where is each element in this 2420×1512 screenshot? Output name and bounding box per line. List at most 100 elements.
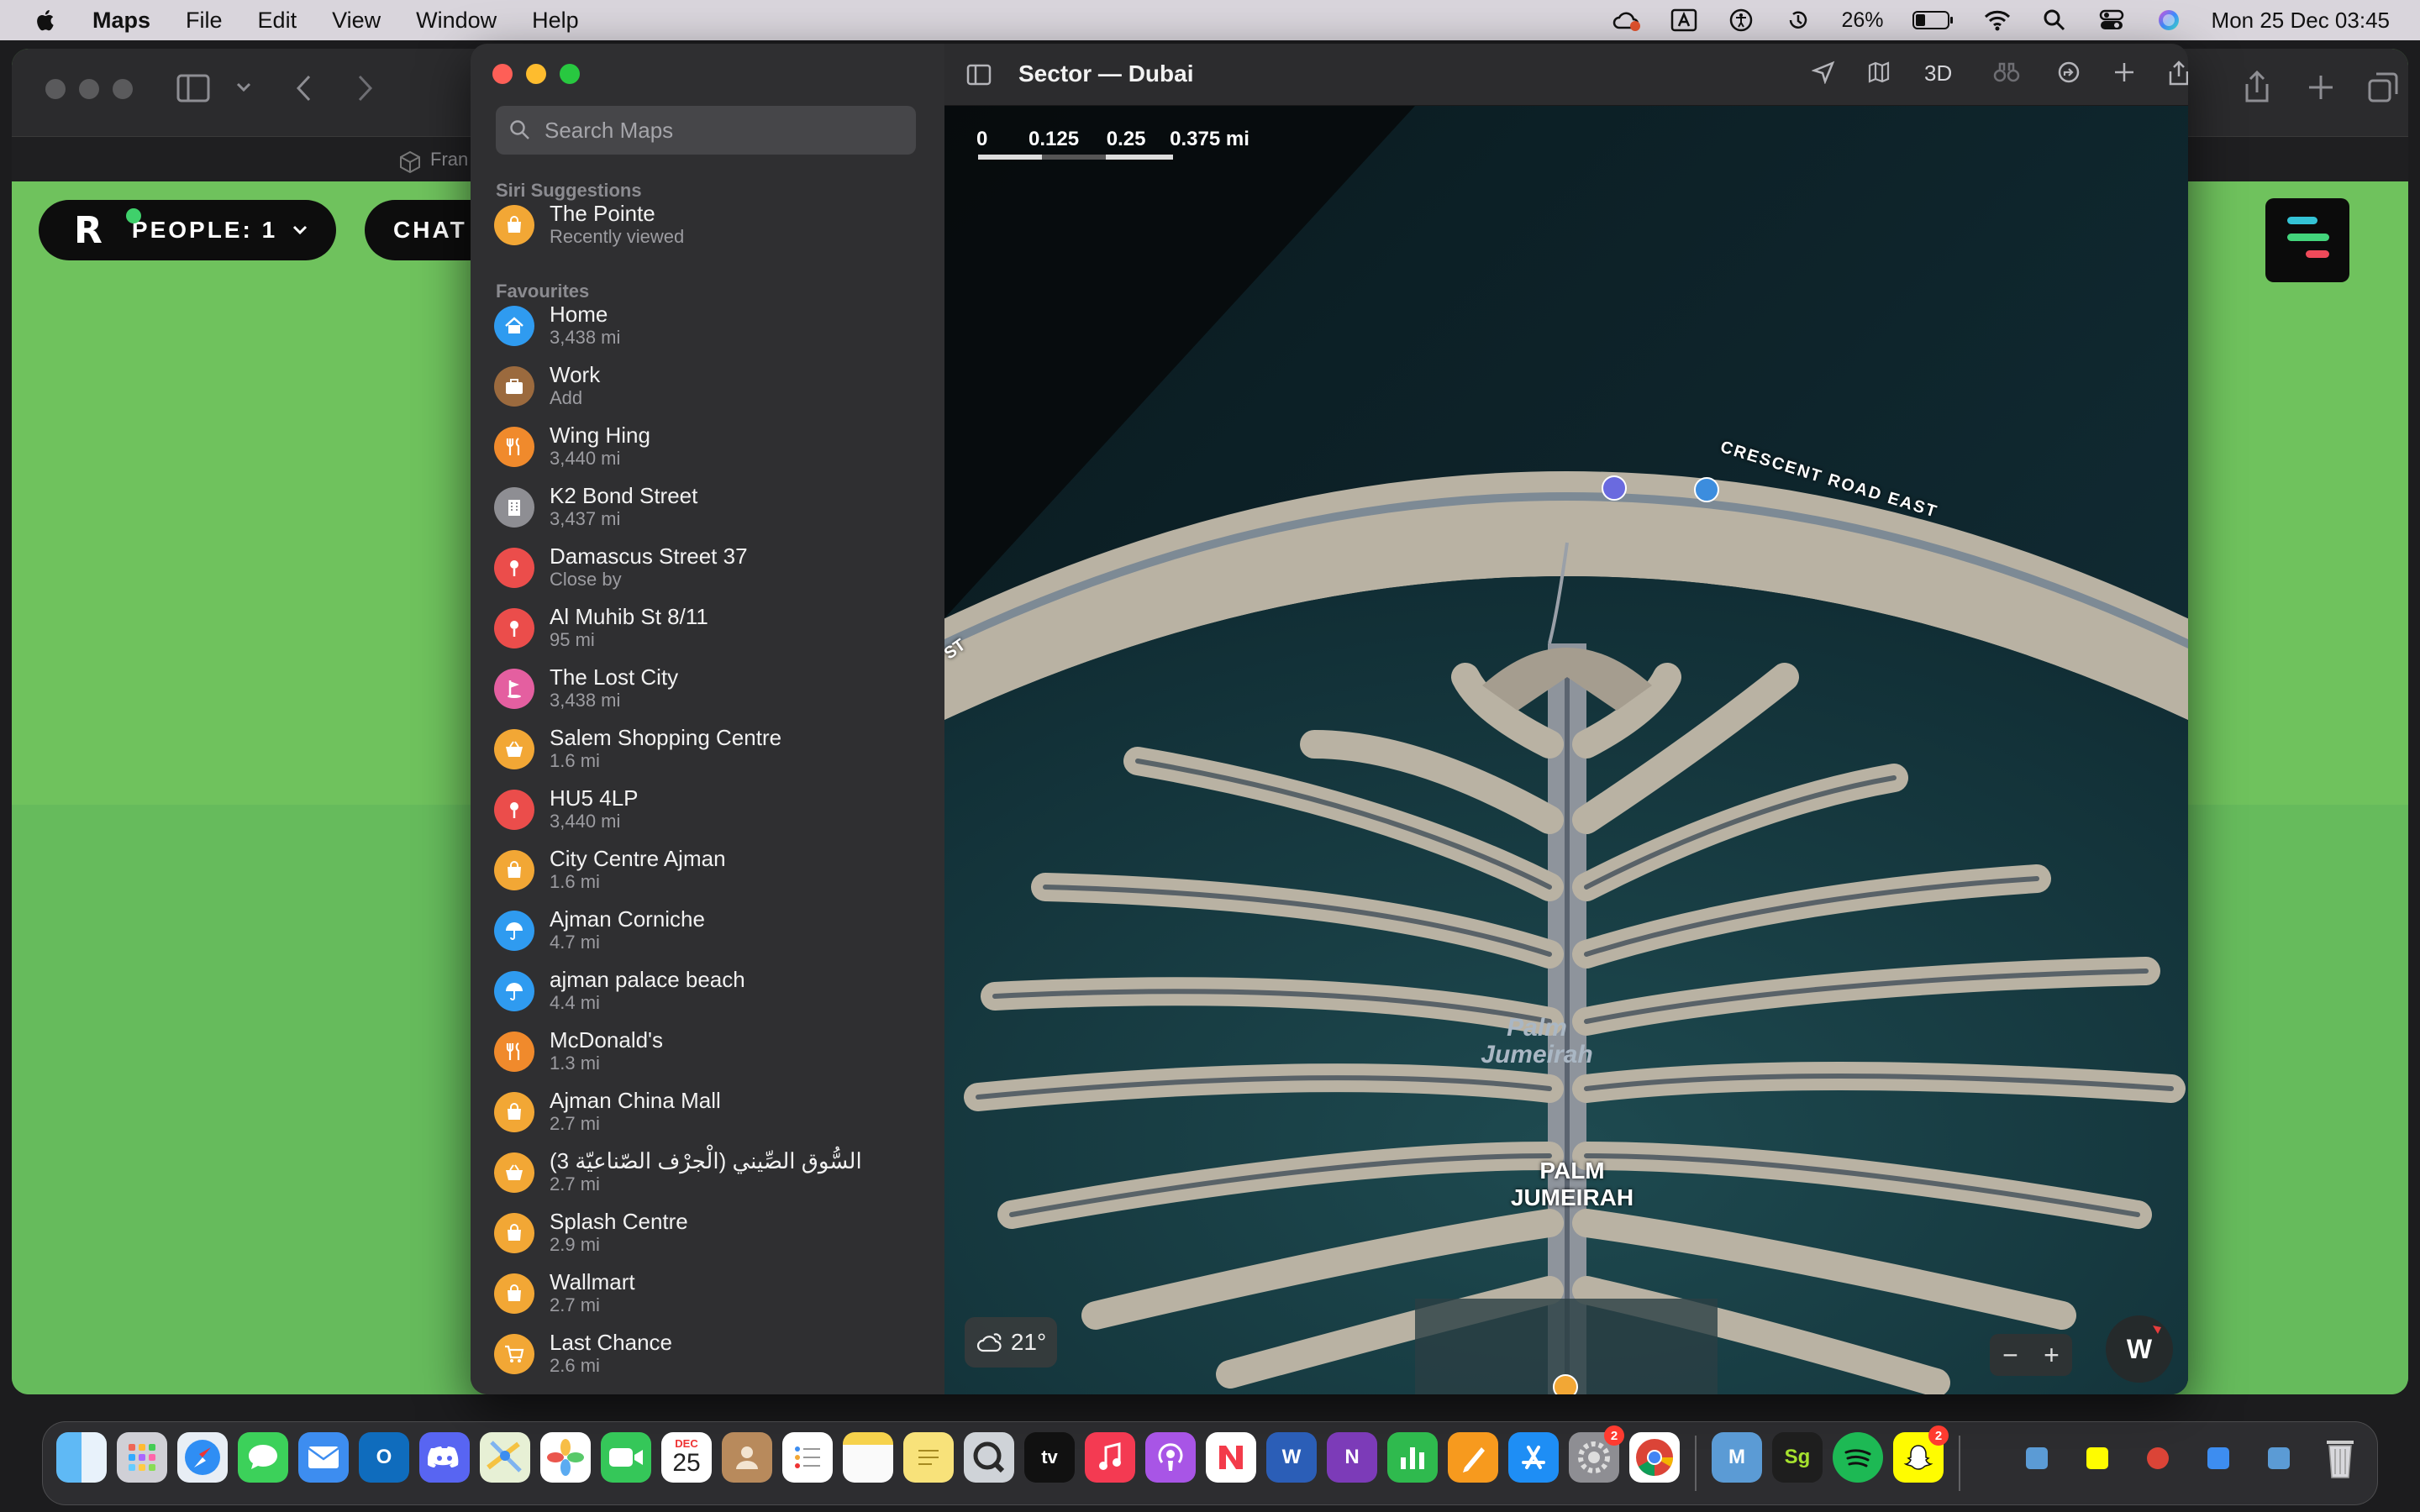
bg-minimize-button[interactable] xyxy=(79,79,99,99)
sidebar-toggle-icon[interactable] xyxy=(176,74,210,102)
system-preferences-icon[interactable]: 2 xyxy=(1569,1425,1624,1483)
contacts-icon[interactable] xyxy=(722,1432,772,1483)
location-arrow-icon[interactable] xyxy=(1812,60,1835,84)
list-item[interactable]: Wallmart 2.7 mi xyxy=(494,1263,931,1324)
calendar-icon[interactable]: DEC 25 xyxy=(661,1432,712,1483)
menu-window[interactable]: Window xyxy=(416,8,497,34)
menu-help[interactable]: Help xyxy=(532,8,579,34)
close-button[interactable] xyxy=(492,64,513,84)
forward-icon[interactable] xyxy=(355,74,375,102)
mail-merge-app-icon[interactable]: M xyxy=(1712,1432,1762,1483)
siri-icon[interactable] xyxy=(2154,8,2183,33)
discord-icon[interactable] xyxy=(419,1432,470,1483)
list-item[interactable]: Ajman China Mall 2.7 mi xyxy=(494,1082,931,1142)
list-item[interactable]: السُّوق الصِّيني (الْجرْف الصّناعيّة 3) 2… xyxy=(494,1142,931,1203)
podcasts-icon[interactable] xyxy=(1145,1432,1196,1483)
app-logo-icon[interactable] xyxy=(2265,198,2349,282)
news-icon[interactable] xyxy=(1206,1432,1256,1483)
shopping-marker-icon[interactable] xyxy=(1553,1374,1578,1394)
reminders-icon[interactable] xyxy=(782,1432,833,1483)
minimized-window-icon[interactable] xyxy=(2026,1447,2048,1469)
safari-icon[interactable] xyxy=(177,1432,228,1483)
notes-icon[interactable] xyxy=(843,1432,893,1483)
messages-icon[interactable] xyxy=(238,1432,288,1483)
minimized-window-icon[interactable] xyxy=(2207,1447,2229,1469)
minimized-window-icon[interactable] xyxy=(2268,1447,2290,1469)
3d-button[interactable]: 3D xyxy=(1924,60,1952,87)
list-item[interactable]: Ajman Corniche 4.7 mi xyxy=(494,900,931,961)
accessibility-icon[interactable] xyxy=(1727,8,1755,33)
chevron-down-icon[interactable] xyxy=(235,81,252,94)
share-icon[interactable] xyxy=(2168,60,2188,86)
control-center-icon[interactable] xyxy=(2097,8,2126,33)
chrome-icon[interactable] xyxy=(1629,1432,1680,1483)
clock[interactable]: Mon 25 Dec 03:45 xyxy=(2212,8,2390,34)
map-mode-icon[interactable] xyxy=(1867,60,1891,84)
menu-file[interactable]: File xyxy=(186,8,223,34)
new-tab-icon[interactable] xyxy=(2307,74,2334,101)
outlook-icon[interactable]: O xyxy=(359,1432,409,1483)
photos-icon[interactable] xyxy=(540,1432,591,1483)
quicktime-icon[interactable] xyxy=(964,1432,1014,1483)
list-item[interactable]: Home 3,438 mi xyxy=(494,296,931,356)
apple-tv-icon[interactable]: tv xyxy=(1024,1432,1075,1483)
minimized-window-icon[interactable] xyxy=(2086,1447,2108,1469)
list-item[interactable]: The Pointe Recently viewed xyxy=(494,195,931,255)
numbers-icon[interactable] xyxy=(1387,1432,1438,1483)
bg-close-button[interactable] xyxy=(45,79,66,99)
input-source-icon[interactable] xyxy=(1670,8,1698,33)
launchpad-icon[interactable] xyxy=(117,1432,167,1483)
background-tab-label[interactable]: Fran xyxy=(430,149,468,171)
spotlight-search-icon[interactable] xyxy=(2040,8,2069,33)
list-item[interactable]: Wing Hing 3,440 mi xyxy=(494,417,931,477)
list-item[interactable]: Last Chance 2.6 mi xyxy=(494,1324,931,1384)
poi-marker-icon[interactable] xyxy=(1602,475,1627,501)
share-icon[interactable] xyxy=(2244,71,2270,104)
finder-icon[interactable] xyxy=(56,1432,107,1483)
apple-icon[interactable] xyxy=(34,8,59,33)
tab-overview-icon[interactable] xyxy=(2368,72,2398,102)
zoom-button[interactable] xyxy=(560,64,580,84)
add-icon[interactable] xyxy=(2112,60,2136,84)
compass-button[interactable]: W xyxy=(2106,1315,2173,1383)
list-item[interactable]: Work Add xyxy=(494,356,931,417)
onenote-icon[interactable]: N xyxy=(1327,1432,1377,1483)
stickies-icon[interactable] xyxy=(903,1432,954,1483)
sidebar-toggle-icon[interactable] xyxy=(966,64,992,86)
minimized-window-icon[interactable] xyxy=(2147,1447,2169,1469)
list-item[interactable]: Salem Shopping Centre 1.6 mi xyxy=(494,719,931,780)
menu-view[interactable]: View xyxy=(332,8,381,34)
facetime-icon[interactable] xyxy=(601,1432,651,1483)
pages-icon[interactable] xyxy=(1448,1432,1498,1483)
word-icon[interactable]: W xyxy=(1266,1432,1317,1483)
look-around-binoculars-icon[interactable] xyxy=(1993,60,2020,84)
sg-app-icon[interactable]: Sg xyxy=(1772,1432,1823,1483)
directions-icon[interactable] xyxy=(2057,60,2081,84)
snapchat-icon[interactable]: 2 xyxy=(1893,1425,1949,1483)
minimize-button[interactable] xyxy=(526,64,546,84)
spotify-icon[interactable] xyxy=(1833,1432,1883,1483)
app-store-icon[interactable] xyxy=(1508,1432,1559,1483)
list-item[interactable]: Al Muhib St 8/11 95 mi xyxy=(494,598,931,659)
back-icon[interactable] xyxy=(294,74,314,102)
maps-app-icon[interactable] xyxy=(480,1432,530,1483)
list-item[interactable]: Damascus Street 37 Close by xyxy=(494,538,931,598)
poi-marker-icon[interactable] xyxy=(1694,477,1719,502)
people-button[interactable]: R PEOPLE: 1 xyxy=(39,200,336,260)
list-item[interactable]: City Centre Ajman 1.6 mi xyxy=(494,840,931,900)
music-icon[interactable] xyxy=(1085,1432,1135,1483)
trash-icon[interactable] xyxy=(2315,1432,2365,1483)
time-machine-icon[interactable] xyxy=(1784,8,1812,33)
zoom-in-button[interactable]: + xyxy=(2044,1340,2060,1371)
battery-icon[interactable] xyxy=(1912,8,1954,33)
search-field[interactable]: Search Maps xyxy=(496,106,916,155)
list-item[interactable]: Splash Centre 2.9 mi xyxy=(494,1203,931,1263)
menu-edit[interactable]: Edit xyxy=(258,8,297,34)
list-item[interactable]: The Lost City 3,438 mi xyxy=(494,659,931,719)
creative-cloud-icon[interactable] xyxy=(1612,8,1641,33)
wifi-icon[interactable] xyxy=(1983,8,2012,33)
mail-icon[interactable] xyxy=(298,1432,349,1483)
list-item[interactable]: McDonald's 1.3 mi xyxy=(494,1021,931,1082)
list-item[interactable]: K2 Bond Street 3,437 mi xyxy=(494,477,931,538)
bg-zoom-button[interactable] xyxy=(113,79,133,99)
